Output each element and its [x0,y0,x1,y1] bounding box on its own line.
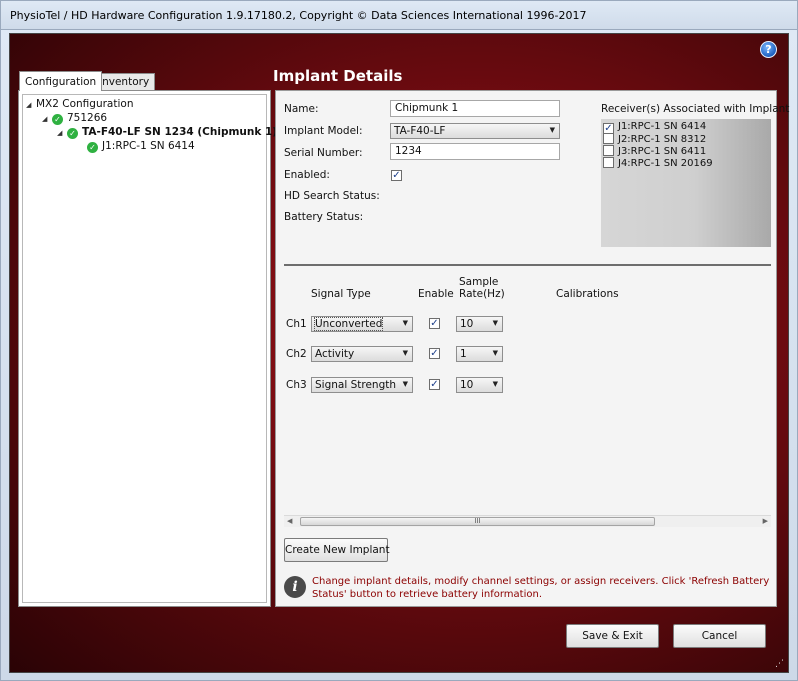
signal-type-value: Signal Strength [315,379,397,391]
serial-number-field[interactable]: 1234 [390,143,560,160]
dropdown-arrow-icon: ▼ [492,349,498,357]
help-icon[interactable]: ? [760,41,777,58]
receivers-list: ✓ J1:RPC-1 SN 6414 J2:RPC-1 SN 8312 J3:RP… [601,119,771,247]
dropdown-arrow-icon: ▼ [402,319,408,327]
title-bar: PhysioTel / HD Hardware Configuration 1.… [0,0,798,30]
channel-label: Ch3 [286,379,307,391]
save-exit-button[interactable]: Save & Exit [566,624,659,648]
resize-grip-icon[interactable]: ⋰ [775,659,784,669]
scroll-left-icon[interactable]: ◀ [287,517,292,525]
receiver-label: J4:RPC-1 SN 20169 [618,158,713,169]
sample-rate-header-line1: Sample [459,276,499,288]
tree-item-root-label: MX2 Configuration [36,98,134,110]
signal-type-header: Signal Type [311,288,371,300]
implant-model-select[interactable]: TA-F40-LF ▼ [390,123,560,139]
create-new-implant-button[interactable]: Create New Implant [284,538,390,562]
sample-rate-select[interactable]: 10 ▼ [456,316,503,332]
window-title: PhysioTel / HD Hardware Configuration 1.… [10,9,587,22]
tree-item-implant-label: TA-F40-LF SN 1234 (Chipmunk 1) [82,126,278,138]
channel-enable-checkbox[interactable]: ✓ [429,379,440,390]
tab-configuration[interactable]: Configuration [19,71,103,91]
sample-rate-value: 1 [460,348,467,360]
sample-rate-value: 10 [460,318,474,330]
expand-triangle-icon[interactable]: ◢ [26,101,36,109]
receiver-checkbox[interactable] [603,157,614,168]
channel-label: Ch1 [286,318,307,330]
receivers-heading: Receiver(s) Associated with Implant [601,103,790,115]
dropdown-arrow-icon: ▼ [402,380,408,388]
scroll-right-icon[interactable]: ▶ [763,517,768,525]
tree-item-receiver[interactable]: ✓ J1:RPC-1 SN 6414 [87,140,195,153]
name-field[interactable]: Chipmunk 1 [390,100,560,117]
dropdown-arrow-icon: ▼ [492,380,498,388]
expand-triangle-icon[interactable]: ◢ [42,115,52,123]
tree-item-implant[interactable]: ◢ ✓ TA-F40-LF SN 1234 (Chipmunk 1) [57,126,277,139]
dropdown-arrow-icon: ▼ [402,349,408,357]
page-title: Implant Details [273,67,403,85]
signal-type-select[interactable]: Unconverted ▼ [311,316,413,332]
section-divider [284,264,771,266]
sample-rate-select[interactable]: 10 ▼ [456,377,503,393]
configuration-tree: ◢ MX2 Configuration ◢ ✓ 751266 ◢ ✓ TA-F40-LF … [22,94,277,603]
serial-number-label: Serial Number: [284,147,363,159]
receiver-checkbox[interactable] [603,145,614,156]
receiver-item[interactable]: J4:RPC-1 SN 20169 [603,157,713,169]
tree-item-device[interactable]: ◢ ✓ 751266 [42,112,107,125]
receiver-label: J2:RPC-1 SN 8312 [618,134,707,145]
receiver-checkbox[interactable] [603,133,614,144]
implant-model-label: Implant Model: [284,125,363,137]
dropdown-arrow-icon: ▼ [549,126,555,134]
tree-item-receiver-label: J1:RPC-1 SN 6414 [102,140,195,152]
info-icon: i [284,576,306,598]
horizontal-scrollbar[interactable]: ◀ III ▶ [284,515,771,527]
implant-model-value: TA-F40-LF [394,125,446,137]
signal-type-value: Activity [315,348,355,360]
sample-rate-header-line2: Rate(Hz) [459,288,505,300]
signal-type-value: Unconverted [313,317,384,331]
hd-search-status-label: HD Search Status: [284,190,380,202]
scrollbar-thumb[interactable]: III [300,517,655,526]
receiver-label: J1:RPC-1 SN 6414 [618,121,707,132]
tab-inventory[interactable]: Inventory [93,73,156,90]
channel-enable-checkbox[interactable]: ✓ [429,348,440,359]
receiver-label: J3:RPC-1 SN 6411 [618,146,707,157]
check-circle-icon: ✓ [87,142,98,153]
check-circle-icon: ✓ [52,114,63,125]
sample-rate-select[interactable]: 1 ▼ [456,346,503,362]
check-circle-icon: ✓ [67,128,78,139]
channel-enable-checkbox[interactable]: ✓ [429,318,440,329]
receiver-item[interactable]: J2:RPC-1 SN 8312 [603,133,706,145]
tree-item-root[interactable]: ◢ MX2 Configuration [26,98,133,110]
channel-label: Ch2 [286,348,307,360]
implant-details-panel: Name: Chipmunk 1 Implant Model: TA-F40-L… [275,90,789,607]
cancel-button[interactable]: Cancel [673,624,766,648]
battery-status-label: Battery Status: [284,211,364,223]
tree-item-device-label: 751266 [67,112,108,124]
expand-triangle-icon[interactable]: ◢ [57,129,67,137]
signal-type-select[interactable]: Signal Strength ▼ [311,377,413,393]
enable-header: Enable [418,288,454,300]
configuration-tree-panel: ◢ MX2 Configuration ◢ ✓ 751266 ◢ ✓ TA-F40-LF … [18,90,277,607]
signal-type-select[interactable]: Activity ▼ [311,346,413,362]
info-message: Change implant details, modify channel s… [312,576,770,600]
calibrations-header: Calibrations [556,288,619,300]
sample-rate-value: 10 [460,379,474,391]
enabled-checkbox[interactable]: ✓ [391,170,402,181]
name-label: Name: [284,103,319,115]
receiver-item[interactable]: J3:RPC-1 SN 6411 [603,145,706,157]
enabled-label: Enabled: [284,169,330,181]
dropdown-arrow-icon: ▼ [492,319,498,327]
